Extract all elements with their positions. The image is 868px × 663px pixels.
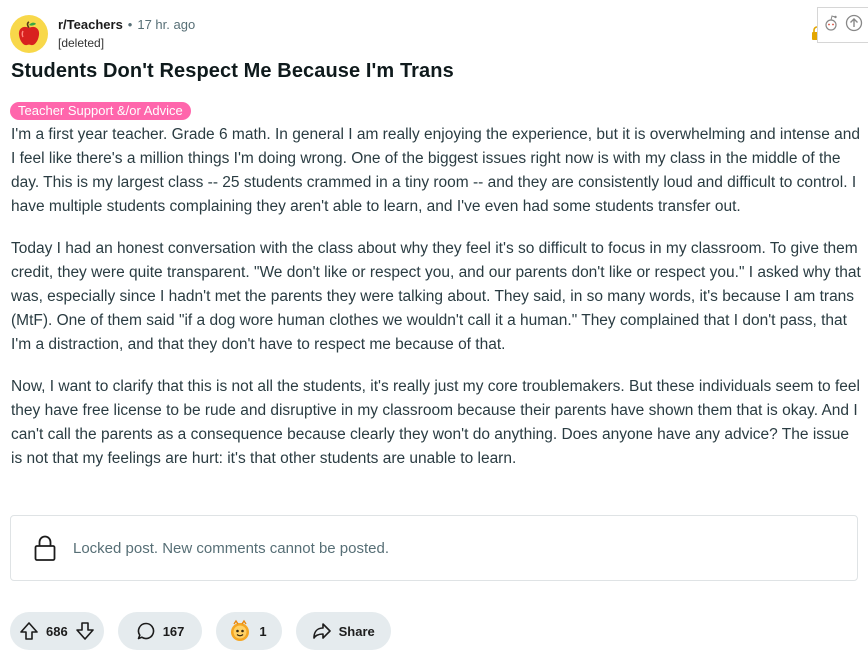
- share-button[interactable]: Share: [295, 612, 391, 650]
- post-body: I'm a first year teacher. Grade 6 math. …: [11, 123, 861, 489]
- meta-top-row: r/Teachers • 17 hr. ago: [58, 16, 195, 34]
- subreddit-link[interactable]: r/Teachers: [58, 16, 123, 34]
- lock-icon: [34, 534, 56, 562]
- arrow-up-icon[interactable]: [18, 620, 40, 642]
- post-header: r/Teachers • 17 hr. ago [deleted]: [10, 14, 195, 54]
- speech-bubble-icon: [136, 621, 156, 641]
- meta-separator: •: [127, 17, 133, 32]
- awards-button[interactable]: 1: [216, 612, 282, 650]
- scroll-up-icon[interactable]: [845, 14, 863, 37]
- body-paragraph-2: Today I had an honest conversation with …: [11, 240, 861, 353]
- reddit-snoo-icon[interactable]: [823, 14, 839, 37]
- vote-pill: 686: [10, 612, 104, 650]
- award-icon: [228, 619, 252, 643]
- apple-icon: [18, 21, 40, 46]
- share-label: Share: [338, 623, 375, 639]
- post-title[interactable]: Students Don't Respect Me Because I'm Tr…: [11, 60, 454, 83]
- award-count: 1: [259, 623, 267, 639]
- post-meta: r/Teachers • 17 hr. ago [deleted]: [58, 16, 195, 52]
- locked-message: Locked post. New comments cannot be post…: [73, 539, 390, 557]
- comment-count: 167: [162, 623, 185, 639]
- post-time: 17 hr. ago: [137, 17, 196, 32]
- post-author[interactable]: [deleted]: [58, 34, 195, 52]
- arrow-down-icon[interactable]: [74, 620, 96, 642]
- action-bar: 686 167 1 Share: [10, 612, 391, 650]
- corner-toolbar: [817, 7, 868, 43]
- locked-notice: Locked post. New comments cannot be post…: [10, 515, 858, 581]
- body-paragraph-1: I'm a first year teacher. Grade 6 math. …: [11, 126, 861, 215]
- post-container: r/Teachers • 17 hr. ago [deleted] Studen…: [0, 0, 868, 663]
- subreddit-avatar[interactable]: [10, 15, 48, 53]
- share-arrow-icon: [312, 621, 332, 641]
- vote-count: 686: [46, 623, 68, 639]
- body-paragraph-3: Now, I want to clarify that this is not …: [11, 378, 860, 467]
- comments-button[interactable]: 167: [117, 612, 203, 650]
- post-flair[interactable]: Teacher Support &/or Advice: [10, 102, 191, 120]
